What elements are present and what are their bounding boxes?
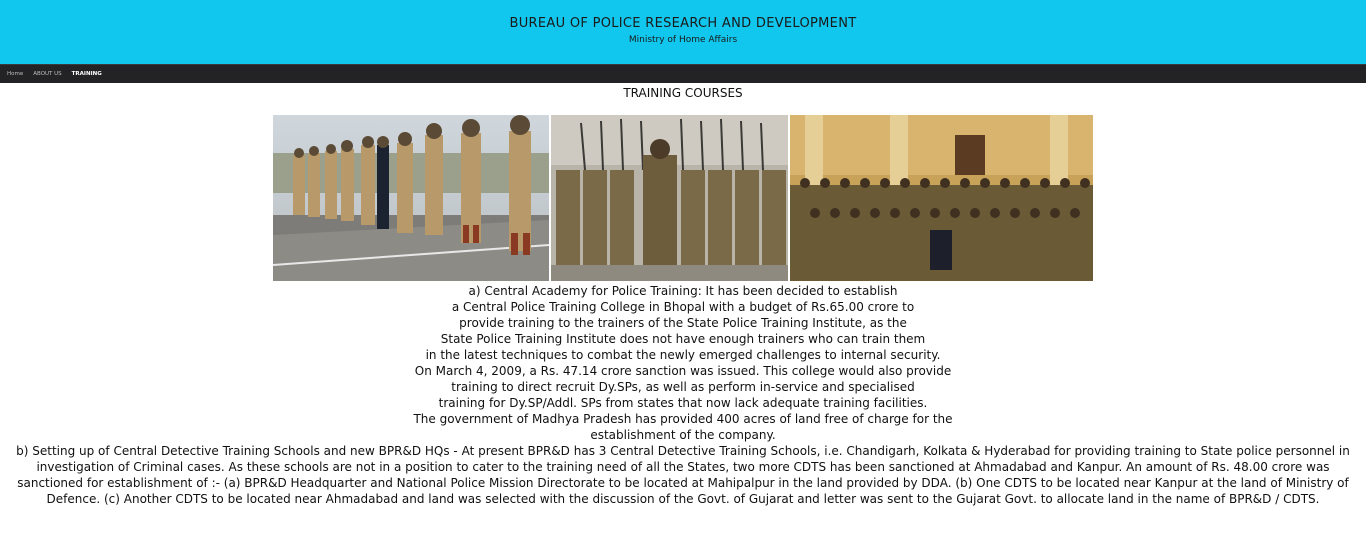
- para-a-line: On March 4, 2009, a Rs. 47.14 crore sanc…: [414, 364, 952, 378]
- page-title: TRAINING COURSES: [623, 86, 743, 100]
- para-a-line: a) Central Academy for Police Training: …: [468, 284, 898, 298]
- para-a-line: The government of Madhya Pradesh has pro…: [413, 412, 953, 426]
- para-a-line: in the latest techniques to combat the n…: [425, 348, 941, 362]
- para-a-line: State Police Training Institute does not…: [440, 332, 926, 346]
- para-a-line: a Central Police Training College in Bho…: [451, 300, 915, 314]
- police-parade-photo: [551, 115, 788, 281]
- para-a-line: provide training to the trainers of the …: [459, 316, 907, 330]
- photo-strip: [0, 115, 1366, 281]
- nav-item-home[interactable]: Home: [7, 71, 23, 77]
- police-officers-line-photo: [273, 115, 549, 281]
- nav-item-about-us[interactable]: ABOUT US: [33, 71, 61, 77]
- group-photo: [790, 115, 1093, 281]
- site-title: BUREAU OF POLICE RESEARCH AND DEVELOPMEN…: [509, 16, 857, 31]
- nav-item-training[interactable]: TRAINING: [72, 71, 102, 77]
- site-subtitle: Ministry of Home Affairs: [628, 35, 738, 45]
- detective-schools-paragraph: b) Setting up of Central Detective Train…: [16, 444, 1350, 506]
- nav-bar: Home ABOUT US TRAINING: [0, 64, 1366, 83]
- central-academy-paragraph: a) Central Academy for Police Training: …: [0, 283, 1366, 443]
- para-a-line: training for Dy.SP/Addl. SPs from states…: [438, 396, 928, 410]
- para-a-line: training to direct recruit Dy.SPs, as we…: [451, 380, 915, 394]
- para-a-line: establishment of the company.: [590, 428, 776, 442]
- site-header: BUREAU OF POLICE RESEARCH AND DEVELOPMEN…: [0, 0, 1366, 64]
